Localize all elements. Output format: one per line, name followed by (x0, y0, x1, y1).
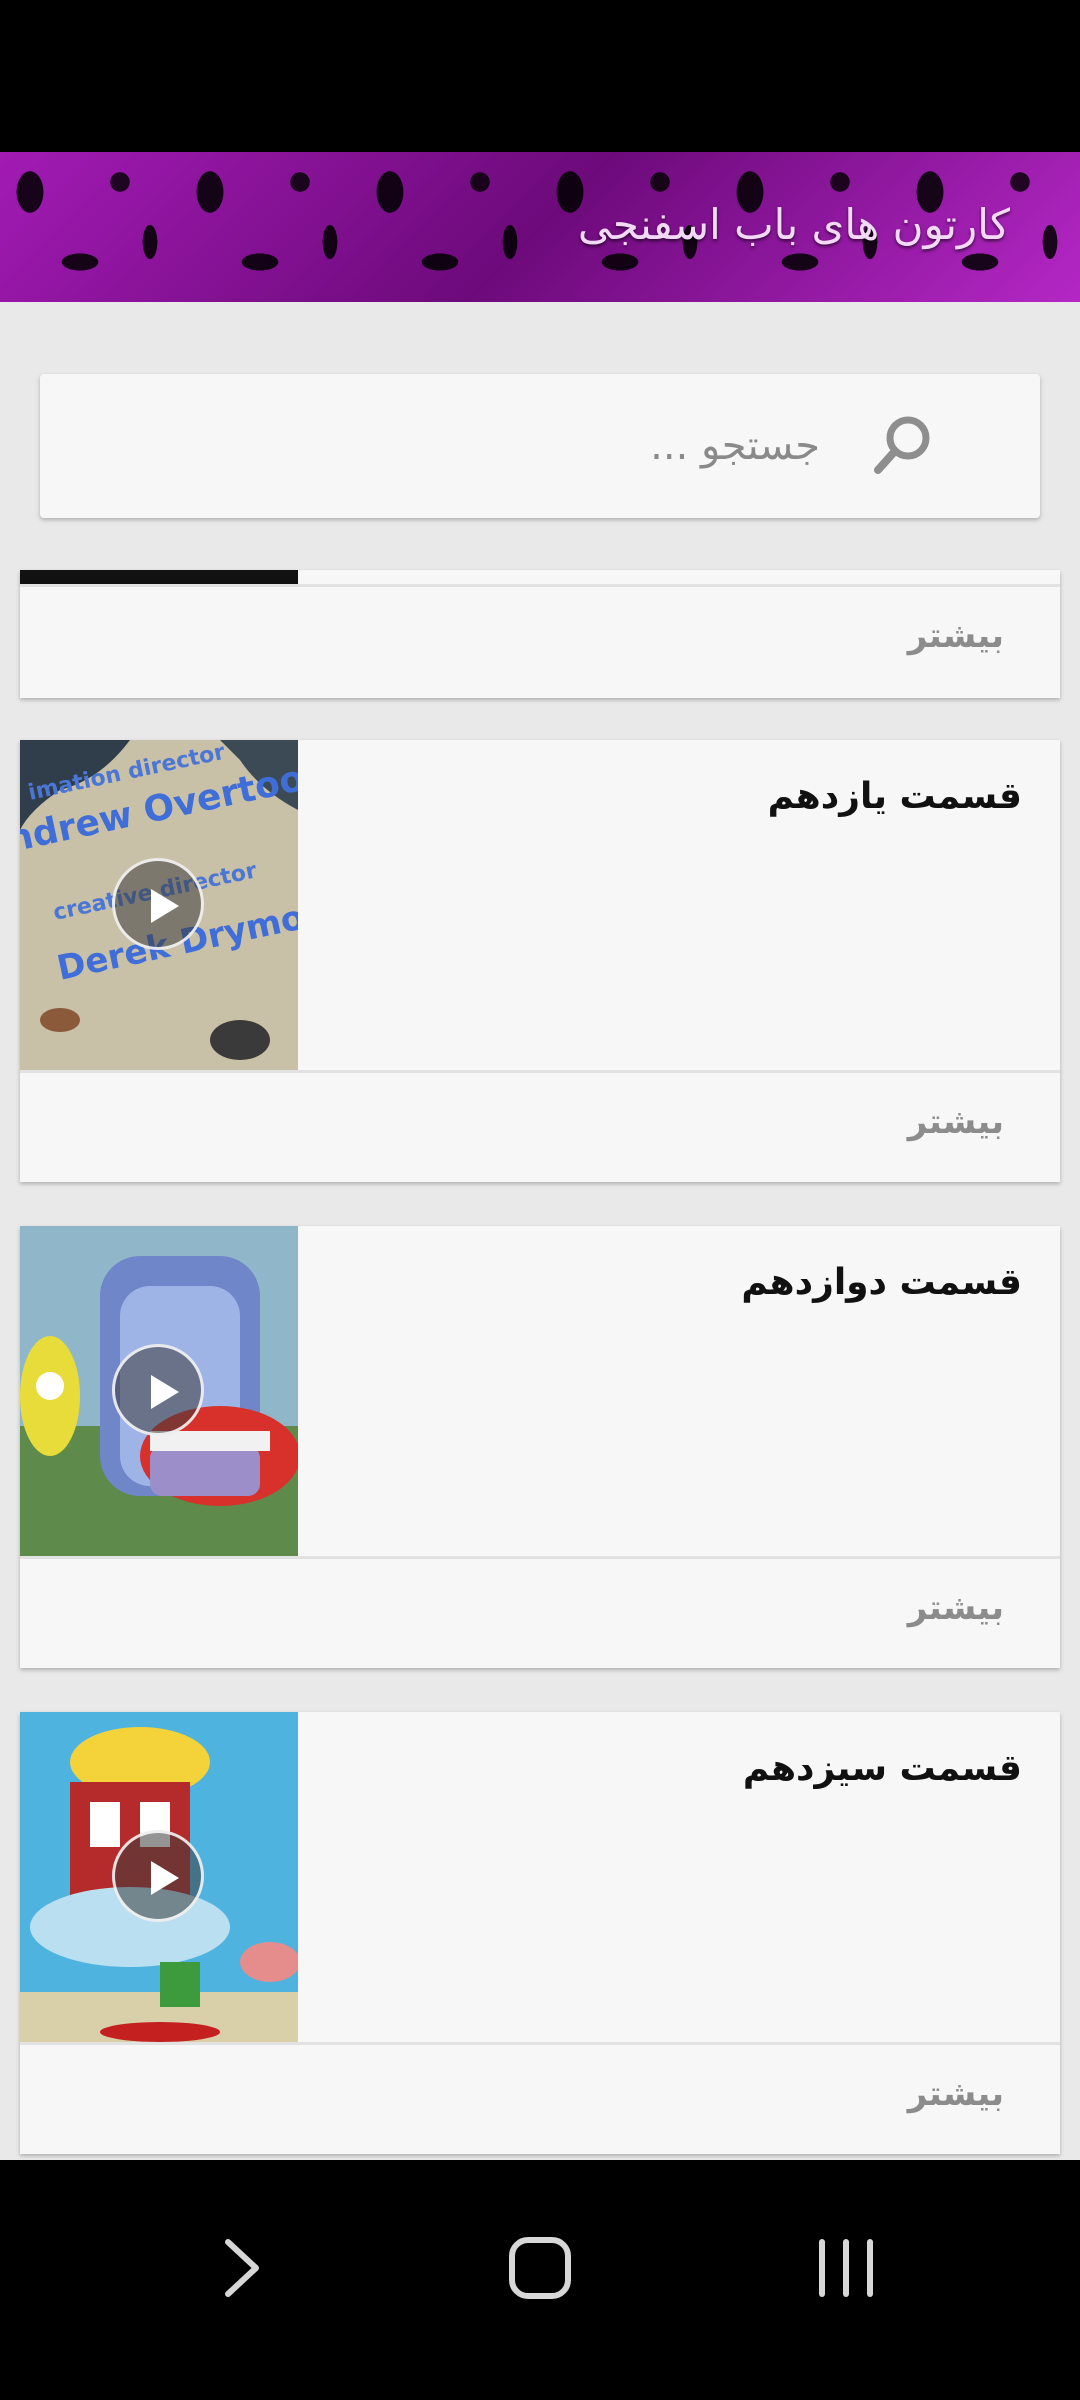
back-chevron-icon[interactable] (200, 2228, 280, 2308)
card-divider (20, 2042, 1060, 2045)
card-divider (20, 1070, 1060, 1073)
thumbnail-partial (20, 570, 298, 584)
video-thumbnail[interactable] (20, 1226, 298, 1556)
app-title: کارتون های باب اسفنجی (577, 200, 1010, 249)
list-item[interactable]: imation director ndrew Overtoom creative… (20, 740, 1060, 1182)
more-button[interactable]: بیشتر (908, 1588, 1004, 1628)
recents-icon[interactable] (806, 2228, 886, 2308)
search-input[interactable] (300, 414, 820, 478)
play-icon[interactable] (112, 1830, 204, 1922)
card-body[interactable]: قسمت دوازدهم (20, 1226, 1060, 1556)
video-thumbnail[interactable] (20, 1712, 298, 2042)
status-bar (0, 0, 1080, 152)
card-body[interactable]: قسمت سیزدهم (20, 1712, 1060, 2042)
card-body[interactable]: imation director ndrew Overtoom creative… (20, 740, 1060, 1070)
play-icon[interactable] (112, 858, 204, 950)
list-item[interactable]: بیشتر (20, 570, 1060, 698)
app-header: کارتون های باب اسفنجی (0, 152, 1080, 302)
more-button[interactable]: بیشتر (908, 616, 1004, 656)
episode-title: قسمت دوازدهم (741, 1262, 1022, 1303)
list-item[interactable]: قسمت سیزدهم بیشتر (20, 1712, 1060, 2154)
system-nav-bar (0, 2160, 1080, 2400)
list-item[interactable]: قسمت دوازدهم بیشتر (20, 1226, 1060, 1668)
more-button[interactable]: بیشتر (908, 1102, 1004, 1142)
search-icon[interactable] (870, 412, 936, 478)
play-icon[interactable] (112, 1344, 204, 1436)
search-box[interactable] (40, 374, 1040, 518)
card-divider (20, 1556, 1060, 1559)
home-icon[interactable] (500, 2228, 580, 2308)
card-divider (20, 584, 1060, 587)
episode-title: قسمت یازدهم (767, 776, 1022, 817)
more-button[interactable]: بیشتر (908, 2074, 1004, 2114)
episode-title: قسمت سیزدهم (742, 1748, 1022, 1789)
content-area: بیشتر imation director ndrew Overtoom cr… (0, 302, 1080, 2160)
video-thumbnail[interactable]: imation director ndrew Overtoom creative… (20, 740, 298, 1070)
